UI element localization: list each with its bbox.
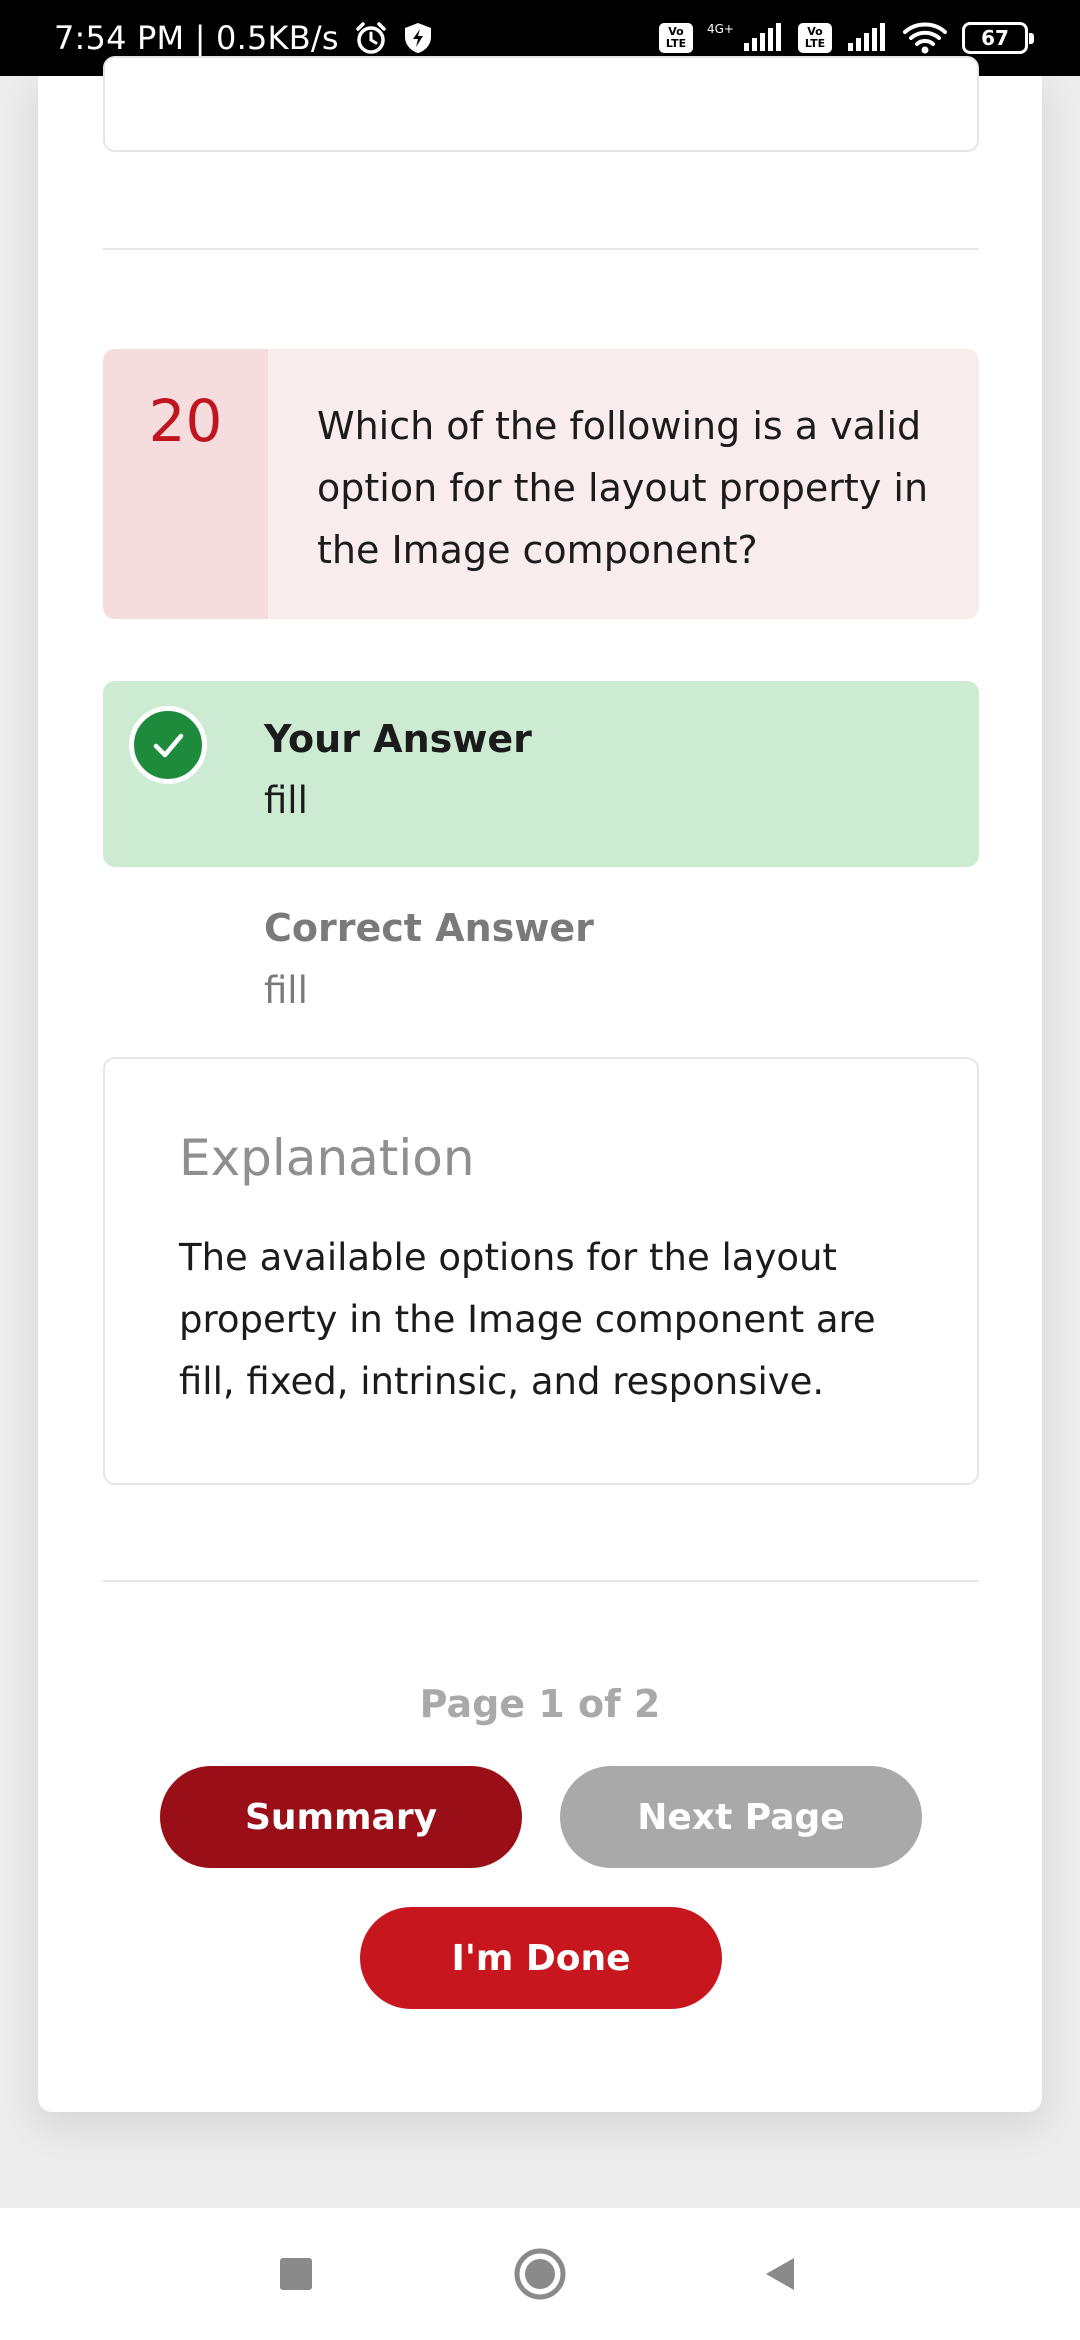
status-left: 7:54 PM | 0.5KB/s <box>54 19 433 57</box>
your-answer-block: Your Answer fill <box>103 681 979 867</box>
your-answer-label: Your Answer <box>264 717 532 761</box>
signal-icon-2 <box>846 23 888 53</box>
alarm-icon <box>353 20 389 56</box>
page-indicator: Page 1 of 2 <box>419 1682 661 1726</box>
battery-indicator: 67 <box>962 22 1034 54</box>
volte-badge-2-text: Vo LTE <box>804 25 826 50</box>
shield-bolt-icon <box>403 21 433 55</box>
recents-square-icon[interactable] <box>264 2242 328 2306</box>
network-type-label: 4G+ <box>707 22 734 36</box>
question-text: Which of the following is a valid option… <box>317 404 929 572</box>
divider-bottom <box>103 1580 979 1582</box>
explanation-box: Explanation The available options for th… <box>103 1057 979 1485</box>
volte-badge-1: Vo LTE <box>659 23 693 53</box>
summary-button[interactable]: Summary <box>160 1766 522 1868</box>
divider-top <box>103 248 979 250</box>
status-time-speed: 7:54 PM | 0.5KB/s <box>54 19 339 57</box>
quiz-review-card: 20 Which of the following is a valid opt… <box>38 56 1042 2112</box>
check-circle-icon <box>129 706 207 784</box>
signal-icon <box>742 23 784 53</box>
volte-badge-2: Vo LTE <box>798 23 832 53</box>
volte-badge-1-text: Vo LTE <box>665 25 687 50</box>
done-button[interactable]: I'm Done <box>360 1907 722 2009</box>
wifi-icon <box>902 21 948 55</box>
correct-answer-value: fill <box>264 969 308 1012</box>
home-circle-icon[interactable] <box>508 2242 572 2306</box>
next-page-button[interactable]: Next Page <box>560 1766 922 1868</box>
status-right: Vo LTE 4G+ Vo LTE 67 <box>659 21 1034 55</box>
previous-explanation-box <box>103 56 979 152</box>
question-block: 20 Which of the following is a valid opt… <box>103 349 979 619</box>
explanation-text: The available options for the layout pro… <box>179 1236 876 1403</box>
back-triangle-icon[interactable] <box>748 2242 812 2306</box>
battery-level: 67 <box>981 26 1009 50</box>
correct-answer-label: Correct Answer <box>264 906 594 950</box>
question-number: 20 <box>103 349 268 619</box>
navigation-bar <box>0 2208 1080 2340</box>
explanation-title: Explanation <box>179 1129 475 1187</box>
your-answer-value: fill <box>264 779 308 822</box>
